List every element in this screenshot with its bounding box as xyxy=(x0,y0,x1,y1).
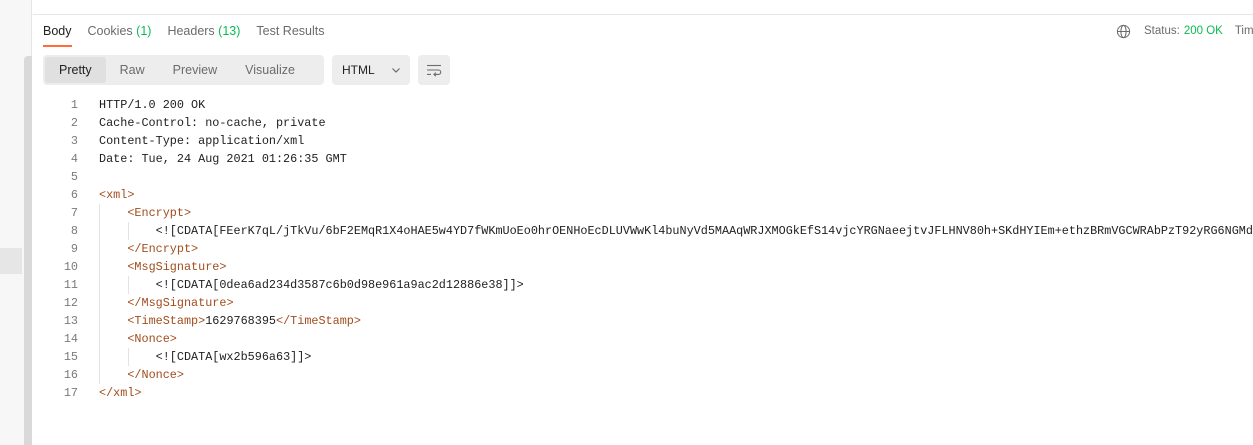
response-tabs: Body Cookies (1) Headers (13) Test Resul… xyxy=(43,15,341,47)
code-content: Content-Type: application/xml xyxy=(99,134,305,148)
code-content: HTTP/1.0 200 OK xyxy=(99,98,206,112)
time-label[interactable]: Time xyxy=(1235,25,1253,37)
code-text: Cache-Control: no-cache, private xyxy=(99,114,326,132)
tab-cookies-count: (1) xyxy=(136,24,152,38)
sidebar-selected-item[interactable] xyxy=(0,248,22,274)
line-number: 17 xyxy=(63,386,78,400)
code-line: 11 <![CDATA[0dea6ad234d3587c6b0d98e961a9… xyxy=(33,276,1253,294)
xml-tag: <Nonce> xyxy=(127,332,177,346)
code-text: <![CDATA[wx2b596a63]]> xyxy=(99,348,312,366)
xml-tag: </Encrypt> xyxy=(127,242,199,256)
sidebar-strip xyxy=(0,0,32,445)
status-label: Status: xyxy=(1144,25,1180,37)
code-text: <Nonce> xyxy=(99,330,177,348)
tab-headers[interactable]: Headers (13) xyxy=(167,15,240,47)
code-text: Content-Type: application/xml xyxy=(99,132,304,150)
language-select[interactable]: HTML xyxy=(332,55,410,85)
line-number: 2 xyxy=(70,116,78,130)
code-content: 1629768395 xyxy=(205,314,276,328)
xml-tag: <TimeStamp> xyxy=(127,314,206,328)
line-number: 16 xyxy=(63,368,78,382)
tab-headers-count: (13) xyxy=(218,24,241,38)
format-switcher: Pretty Raw Preview Visualize xyxy=(43,55,324,85)
code-text: <xml> xyxy=(99,186,134,204)
wrap-lines-button[interactable] xyxy=(418,55,450,85)
code-line: 4 Date: Tue, 24 Aug 2021 01:26:35 GMT xyxy=(33,150,1253,168)
format-raw-button[interactable]: Raw xyxy=(106,57,159,83)
line-number: 3 xyxy=(70,134,78,148)
line-number: 5 xyxy=(70,170,78,184)
code-text: </MsgSignature> xyxy=(99,294,234,312)
tab-headers-label: Headers xyxy=(167,24,215,38)
code-content: Date: Tue, 24 Aug 2021 01:26:35 GMT xyxy=(99,152,347,166)
line-number: 4 xyxy=(70,152,78,166)
format-visualize-button[interactable]: Visualize xyxy=(231,57,309,83)
wrap-text-icon xyxy=(427,64,442,77)
code-line: 6 <xml> xyxy=(33,186,1253,204)
globe-icon[interactable] xyxy=(1116,24,1131,39)
code-text: <Encrypt> xyxy=(99,204,191,222)
code-text: <![CDATA[FEerK7qL/jTkVu/6bF2EMqR1X4oHAE5… xyxy=(99,222,1253,240)
code-line: 8 <![CDATA[FEerK7qL/jTkVu/6bF2EMqR1X4oHA… xyxy=(33,222,1253,240)
code-text: <TimeStamp>1629768395</TimeStamp> xyxy=(99,312,361,330)
code-content: Cache-Control: no-cache, private xyxy=(99,116,326,130)
code-line: 1 HTTP/1.0 200 OK xyxy=(33,96,1253,114)
line-number: 9 xyxy=(70,242,78,256)
code-line: 13 <TimeStamp>1629768395</TimeStamp> xyxy=(33,312,1253,330)
format-preview-button[interactable]: Preview xyxy=(159,57,231,83)
xml-tag: </MsgSignature> xyxy=(127,296,234,310)
line-number: 13 xyxy=(63,314,78,328)
code-editor[interactable]: 1 HTTP/1.0 200 OK 2 Cache-Control: no-cache… xyxy=(33,96,1253,416)
code-text: </Encrypt> xyxy=(99,240,198,258)
code-line: 5 xyxy=(33,168,1253,186)
xml-tag: </Nonce> xyxy=(127,368,184,382)
code-content: <![CDATA[0dea6ad234d3587c6b0d98e961a9ac2… xyxy=(155,278,524,292)
code-line: 14 <Nonce> xyxy=(33,330,1253,348)
chevron-down-icon xyxy=(391,68,400,73)
line-number: 15 xyxy=(63,350,78,364)
tab-test-results[interactable]: Test Results xyxy=(256,15,324,47)
code-line: 9 </Encrypt> xyxy=(33,240,1253,258)
line-number: 6 xyxy=(70,188,78,202)
xml-tag: </TimeStamp> xyxy=(276,314,361,328)
xml-tag: <xml> xyxy=(99,188,135,202)
code-line: 12 </MsgSignature> xyxy=(33,294,1253,312)
sidebar-scrollbar[interactable] xyxy=(24,56,32,445)
code-text: </Nonce> xyxy=(99,366,184,384)
code-line: 2 Cache-Control: no-cache, private xyxy=(33,114,1253,132)
xml-tag: <MsgSignature> xyxy=(127,260,227,274)
format-pretty-button[interactable]: Pretty xyxy=(45,57,106,83)
line-number: 8 xyxy=(70,224,78,238)
code-line: 7 <Encrypt> xyxy=(33,204,1253,222)
response-pane: Body Cookies (1) Headers (13) Test Resul… xyxy=(0,0,1253,445)
language-select-value: HTML xyxy=(342,63,375,77)
code-content: <![CDATA[wx2b596a63]]> xyxy=(155,350,312,364)
code-content: <![CDATA[FEerK7qL/jTkVu/6bF2EMqR1X4oHAE5… xyxy=(155,224,1253,238)
code-text: Date: Tue, 24 Aug 2021 01:26:35 GMT xyxy=(99,150,347,168)
line-number: 7 xyxy=(70,206,78,220)
code-line: 10 <MsgSignature> xyxy=(33,258,1253,276)
code-line: 17 </xml> xyxy=(33,384,1253,402)
line-number: 12 xyxy=(63,296,78,310)
code-text: HTTP/1.0 200 OK xyxy=(99,96,205,114)
line-number: 14 xyxy=(63,332,78,346)
response-status: Status: 200 OK Time xyxy=(1116,22,1253,40)
line-number: 11 xyxy=(63,278,78,292)
status-value[interactable]: 200 OK xyxy=(1184,25,1223,37)
code-text: <![CDATA[0dea6ad234d3587c6b0d98e961a9ac2… xyxy=(99,276,524,294)
tab-cookies-label: Cookies xyxy=(87,24,133,38)
tab-body[interactable]: Body xyxy=(43,15,72,47)
code-line: 15 <![CDATA[wx2b596a63]]> xyxy=(33,348,1253,366)
tab-test-results-label: Test Results xyxy=(256,24,325,38)
code-text: <MsgSignature> xyxy=(99,258,226,276)
code-line: 16 </Nonce> xyxy=(33,366,1253,384)
xml-tag: </xml> xyxy=(99,386,142,400)
code-text: </xml> xyxy=(99,384,141,402)
code-line: 3 Content-Type: application/xml xyxy=(33,132,1253,150)
tab-cookies[interactable]: Cookies (1) xyxy=(88,15,152,47)
xml-tag: <Encrypt> xyxy=(127,206,192,220)
line-number: 1 xyxy=(70,98,78,112)
tab-body-label: Body xyxy=(43,24,72,38)
line-number: 10 xyxy=(63,260,78,274)
